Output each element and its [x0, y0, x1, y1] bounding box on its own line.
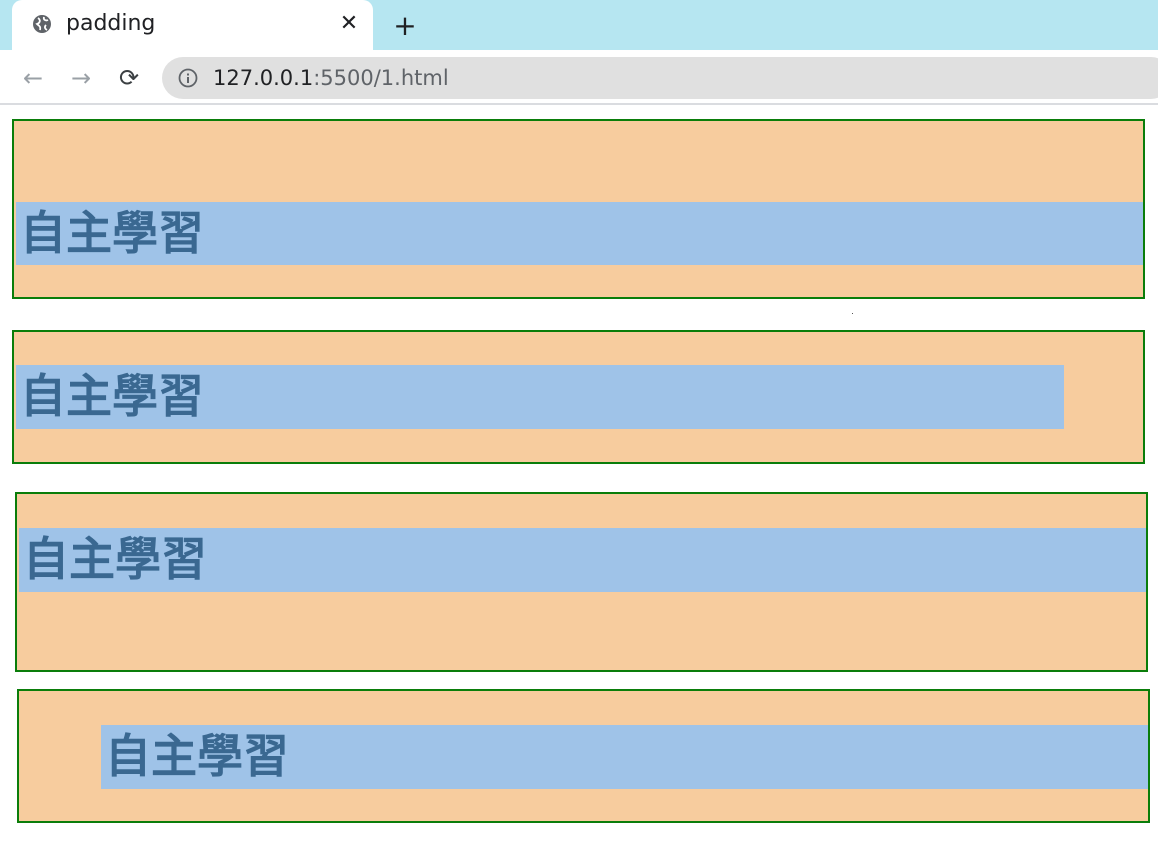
content-block-3: 自主學習	[19, 528, 1146, 592]
content-text-4: 自主學習	[105, 729, 289, 783]
forward-icon[interactable]: →	[66, 63, 96, 93]
browser-toolbar: ← → ⟳ 127.0.0.1:5500/1.html	[0, 50, 1158, 105]
content-text-3: 自主學習	[23, 532, 207, 586]
stray-dot	[852, 313, 853, 314]
content-block-4: 自主學習	[101, 725, 1148, 789]
new-tab-button[interactable]: +	[391, 12, 419, 40]
address-host: 127.0.0.1	[213, 66, 314, 90]
info-icon[interactable]	[178, 68, 198, 88]
padding-box-3: 自主學習	[15, 492, 1148, 672]
globe-icon	[33, 15, 51, 33]
tab-padding[interactable]: padding ✕	[12, 0, 373, 50]
address-path: :5500/1.html	[313, 66, 449, 90]
padding-box-4: 自主學習	[17, 689, 1150, 823]
content-text-2: 自主學習	[20, 369, 204, 423]
reload-icon[interactable]: ⟳	[114, 63, 144, 93]
address-url[interactable]: 127.0.0.1:5500/1.html	[213, 65, 449, 91]
padding-box-2: 自主學習	[12, 330, 1145, 464]
padding-box-1: 自主學習	[12, 119, 1145, 299]
content-block-1: 自主學習	[16, 202, 1143, 265]
tab-title: padding	[66, 11, 156, 36]
close-icon[interactable]: ✕	[337, 12, 361, 36]
content-block-2: 自主學習	[16, 365, 1064, 429]
back-icon[interactable]: ←	[18, 63, 48, 93]
content-text-1: 自主學習	[20, 206, 204, 260]
address-bar[interactable]: 127.0.0.1:5500/1.html	[162, 57, 1158, 99]
tab-strip: padding ✕ +	[0, 0, 1158, 50]
